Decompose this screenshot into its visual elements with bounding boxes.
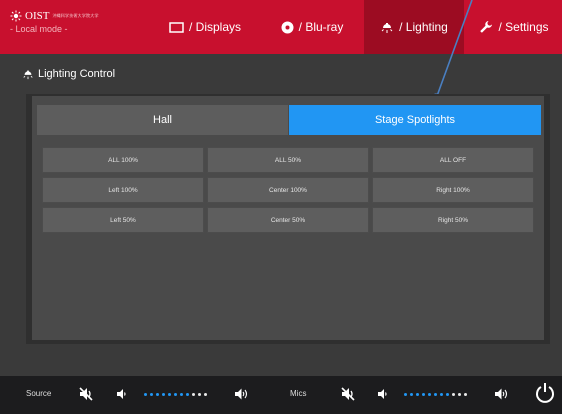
tab-lighting[interactable]: / Lighting xyxy=(364,0,464,54)
mics-label: Mics xyxy=(290,389,307,398)
segment-hall-label: Hall xyxy=(153,114,172,126)
section-title-label: Lighting Control xyxy=(38,68,116,80)
volume-dot xyxy=(198,393,201,396)
preset-label: Center 100% xyxy=(269,186,307,194)
volume-dot xyxy=(204,393,207,396)
light-icon xyxy=(23,70,33,80)
segment-stage-spotlights[interactable]: Stage Spotlights xyxy=(289,105,541,135)
volume-dot xyxy=(162,393,165,396)
tab-settings-label: / Settings xyxy=(498,20,549,34)
tab-displays[interactable]: / Displays xyxy=(150,0,260,54)
volume-dot xyxy=(180,393,183,396)
volume-dot xyxy=(434,393,437,396)
volume-dot xyxy=(144,393,147,396)
mics-volume-down-button[interactable] xyxy=(377,388,389,400)
volume-dot xyxy=(452,393,455,396)
source-label: Source xyxy=(26,389,52,398)
display-icon xyxy=(169,21,184,33)
mics-volume-up-button[interactable] xyxy=(494,387,509,401)
volume-dot xyxy=(422,393,425,396)
volume-dot xyxy=(428,393,431,396)
preset-button-center-50[interactable]: Center 50% xyxy=(207,207,369,233)
source-mute-button[interactable] xyxy=(78,386,94,402)
disc-icon xyxy=(281,21,294,33)
mics-volume-slider[interactable] xyxy=(404,393,467,396)
volume-dot xyxy=(174,393,177,396)
source-volume-slider[interactable] xyxy=(144,393,207,396)
volume-dot xyxy=(168,393,171,396)
source-volume-down-button[interactable] xyxy=(116,388,128,400)
volume-dot xyxy=(404,393,407,396)
oist-logo: OIST 沖縄科学技術大学院大学 xyxy=(10,10,120,22)
preset-label: Right 50% xyxy=(438,216,468,224)
power-button[interactable] xyxy=(535,382,555,404)
preset-button-right-50[interactable]: Right 50% xyxy=(372,207,534,233)
light-icon xyxy=(381,23,393,33)
tab-displays-label: / Displays xyxy=(188,20,241,34)
brand-subtitle: 沖縄科学技術大学院大学 xyxy=(52,13,99,18)
segment-hall[interactable]: Hall xyxy=(37,105,288,135)
preset-button-all-100[interactable]: ALL 100% xyxy=(42,147,204,173)
preset-label: ALL 50% xyxy=(274,156,302,164)
brand-name: OIST xyxy=(25,10,50,22)
wrench-icon xyxy=(480,21,493,33)
preset-button-all-50[interactable]: ALL 50% xyxy=(207,147,369,173)
tab-blu-ray-label: / Blu-ray xyxy=(298,20,344,34)
preset-button-left-100[interactable]: Left 100% xyxy=(42,177,204,203)
volume-dot xyxy=(156,393,159,396)
volume-dot xyxy=(416,393,419,396)
tab-blu-ray[interactable]: / Blu-ray xyxy=(262,0,362,54)
volume-dot xyxy=(458,393,461,396)
volume-dot xyxy=(186,393,189,396)
preset-button-right-100[interactable]: Right 100% xyxy=(372,177,534,203)
oist-emblem-icon xyxy=(10,10,22,22)
volume-dot xyxy=(192,393,195,396)
tab-settings[interactable]: / Settings xyxy=(466,0,562,54)
preset-button-left-50[interactable]: Left 50% xyxy=(42,207,204,233)
preset-button-all-off[interactable]: ALL OFF xyxy=(372,147,534,173)
preset-label: ALL OFF xyxy=(439,156,467,164)
brand: OIST 沖縄科学技術大学院大学 - Local mode - xyxy=(10,10,120,46)
volume-dot xyxy=(446,393,449,396)
preset-label: Right 100% xyxy=(436,186,470,194)
volume-dot xyxy=(464,393,467,396)
segment-stage-spotlights-label: Stage Spotlights xyxy=(374,114,456,126)
volume-dot xyxy=(440,393,443,396)
section-title: Lighting Control xyxy=(22,68,115,80)
mode-label: - Local mode - xyxy=(10,24,68,34)
preset-label: Center 50% xyxy=(270,216,306,224)
preset-label: ALL 100% xyxy=(108,156,138,164)
preset-button-center-100[interactable]: Center 100% xyxy=(207,177,369,203)
volume-dot xyxy=(410,393,413,396)
tab-lighting-label: / Lighting xyxy=(399,20,448,34)
top-nav-bar: OIST 沖縄科学技術大学院大学 - Local mode - / Displa… xyxy=(0,0,562,54)
mics-mute-button[interactable] xyxy=(340,386,356,402)
preset-label: Left 100% xyxy=(108,186,138,194)
preset-label: Left 50% xyxy=(110,216,136,224)
source-volume-up-button[interactable] xyxy=(234,387,249,401)
volume-dot xyxy=(150,393,153,396)
